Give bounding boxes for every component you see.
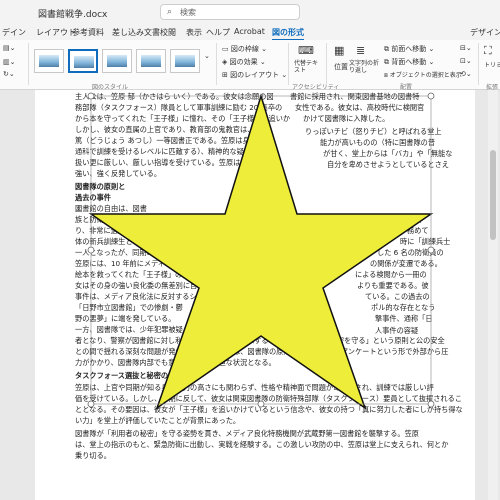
search-input[interactable]: ⌕ 検索 bbox=[160, 4, 300, 20]
resize-handle-top-left[interactable] bbox=[87, 92, 95, 100]
tab-references[interactable]: 参考資料 bbox=[72, 27, 104, 38]
document-page[interactable]: 主人公は、笠原 郁（かさはら いく）である。彼女は念願の図 務部隊（タスクフォー… bbox=[35, 90, 475, 500]
resize-handle-bottom[interactable] bbox=[257, 400, 265, 408]
picture-style-5[interactable] bbox=[170, 49, 200, 73]
tab-review[interactable]: 校閲 bbox=[160, 27, 176, 38]
picture-layout-button[interactable]: ⊞ 図のレイアウト ⌄ bbox=[222, 70, 287, 80]
search-icon: ⌕ bbox=[167, 7, 173, 17]
resize-handle-left[interactable] bbox=[87, 246, 95, 254]
vertical-scrollbar[interactable] bbox=[488, 90, 498, 500]
corrections-icon[interactable]: ▤⌄ bbox=[3, 44, 15, 52]
group-icon[interactable]: ⊡⌄ bbox=[460, 57, 472, 65]
send-backward-button[interactable]: ⧉ 背面へ移動 ⌄ bbox=[384, 57, 434, 67]
styles-scroll-icon[interactable]: ⌄ bbox=[204, 52, 210, 60]
position-button[interactable]: 位置 bbox=[334, 62, 348, 72]
color-icon[interactable]: ▥⌄ bbox=[3, 58, 15, 66]
document-title: 図書館戦争.docx bbox=[38, 10, 108, 20]
picture-style-3[interactable] bbox=[102, 49, 132, 73]
resize-handle-top-right[interactable] bbox=[427, 92, 435, 100]
selection-pane-button[interactable]: ⧈ オブジェクトの選択と表示 bbox=[384, 70, 462, 80]
alt-text-button[interactable]: 代替テキスト bbox=[294, 60, 320, 74]
tab-layout[interactable]: レイアウト bbox=[36, 27, 76, 38]
anchor-icon[interactable]: ⚓ bbox=[75, 204, 82, 213]
resize-handle-right[interactable] bbox=[427, 246, 435, 254]
picture-style-2[interactable] bbox=[68, 49, 98, 73]
ribbon: ▤⌄ ▥⌄ ↻⌄ ⌄ 図のスタイル ▭ 図の枠線 ⌄ ◈ 図の効果 ⌄ ⊞ 図の… bbox=[0, 40, 500, 91]
resize-handle-bottom-right[interactable] bbox=[427, 400, 435, 408]
tab-view[interactable]: 表示 bbox=[186, 27, 202, 38]
title-bar: 図書館戦争.docx ⌕ 検索 bbox=[0, 0, 500, 24]
tab-mailings[interactable]: 差し込み文書 bbox=[112, 27, 160, 38]
tab-acrobat[interactable]: Acrobat bbox=[234, 27, 265, 36]
search-placeholder: 検索 bbox=[180, 7, 197, 17]
bring-forward-button[interactable]: ⧉ 前面へ移動 ⌄ bbox=[384, 44, 434, 54]
crop-button[interactable]: トリミ bbox=[484, 60, 500, 69]
wrap-text-button[interactable]: 文字列の折り返し bbox=[349, 60, 381, 74]
picture-effects-button[interactable]: ◈ 図の効果 ⌄ bbox=[222, 57, 266, 67]
tab-picture-format[interactable]: 図の形式 bbox=[272, 27, 304, 41]
picture-style-4[interactable] bbox=[136, 49, 166, 73]
ribbon-tabs: デイン レイアウト 参考資料 差し込み文書 校閲 表示 ヘルプ Acrobat … bbox=[0, 24, 500, 41]
picture-border-button[interactable]: ▭ 図の枠線 ⌄ bbox=[222, 44, 267, 54]
document-canvas: 主人公は、笠原 郁（かさはら いく）である。彼女は念願の図 務部隊（タスクフォー… bbox=[0, 90, 500, 500]
position-icon[interactable]: ▦ bbox=[334, 44, 344, 57]
resize-handle-bottom-left[interactable] bbox=[87, 400, 95, 408]
tab-design-shape[interactable]: デザイン bbox=[470, 27, 500, 38]
scroll-thumb[interactable] bbox=[490, 150, 496, 240]
align-icon[interactable]: ⊟⌄ bbox=[460, 44, 472, 52]
picture-style-1[interactable] bbox=[34, 49, 64, 73]
wrap-text-icon[interactable]: ≣ bbox=[356, 44, 365, 57]
tab-help[interactable]: ヘルプ bbox=[206, 27, 230, 38]
tab-design[interactable]: デイン bbox=[2, 27, 26, 38]
crop-icon[interactable]: ⛶ bbox=[484, 44, 492, 58]
star-shape[interactable] bbox=[88, 93, 434, 410]
reset-icon[interactable]: ↻⌄ bbox=[3, 70, 15, 78]
alt-text-icon[interactable]: ⌨ bbox=[298, 44, 314, 57]
rotate-icon[interactable]: ⟲⌄ bbox=[460, 70, 472, 78]
star-shape-layer bbox=[87, 92, 435, 410]
